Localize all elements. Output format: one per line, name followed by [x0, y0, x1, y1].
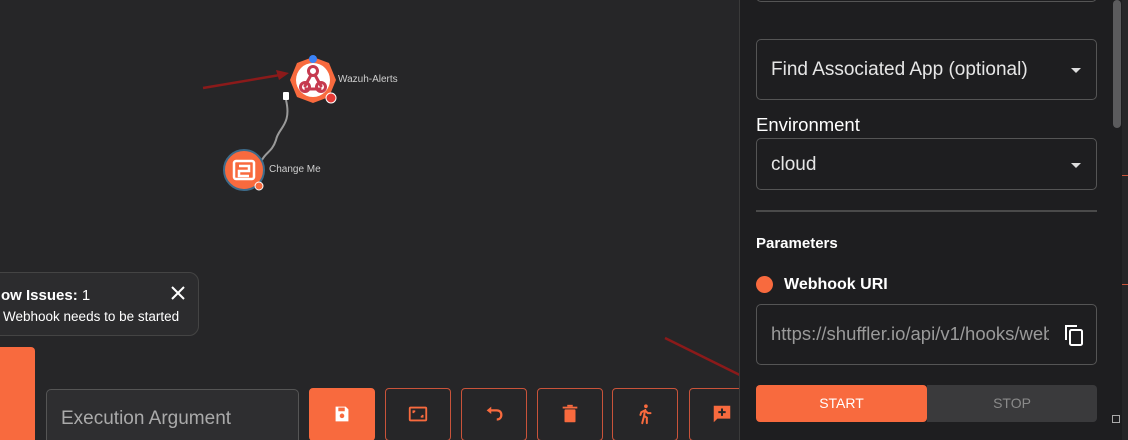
- start-webhook-button[interactable]: START: [756, 385, 927, 422]
- delete-button[interactable]: [537, 388, 603, 440]
- issues-title: ow Issues: 1: [1, 287, 91, 304]
- copy-icon[interactable]: [1063, 323, 1085, 347]
- resize-handle[interactable]: [1112, 415, 1120, 423]
- divider: [756, 210, 1097, 212]
- save-button[interactable]: [309, 388, 375, 440]
- stop-webhook-button[interactable]: STOP: [927, 385, 1097, 422]
- node-top-handle[interactable]: [309, 55, 317, 63]
- fullscreen-icon: [408, 406, 428, 422]
- issues-count: 1: [81, 287, 91, 304]
- parameters-heading: Parameters: [756, 235, 838, 252]
- associated-app-value: Find Associated App (optional): [771, 59, 1028, 80]
- workflow-issues-toast: ow Issues: 1 Webhook needs to be started: [0, 272, 199, 336]
- side-action-button[interactable]: [0, 347, 35, 440]
- run-button[interactable]: [612, 388, 678, 440]
- undo-icon: [486, 406, 503, 421]
- environment-value: cloud: [771, 154, 817, 175]
- name-field[interactable]: [756, 0, 1097, 2]
- associated-app-select[interactable]: Find Associated App (optional): [756, 39, 1097, 100]
- workflow-edge[interactable]: [261, 99, 289, 161]
- webhook-uri-value[interactable]: https://shuffler.io/api/v1/hooks/webhook…: [771, 323, 1049, 345]
- environment-select[interactable]: cloud: [756, 138, 1097, 190]
- node-label-change-me: Change Me: [269, 164, 321, 175]
- edge-handle[interactable]: [283, 92, 289, 100]
- save-icon: [335, 406, 349, 422]
- run-icon: [639, 404, 652, 425]
- close-icon[interactable]: [169, 284, 187, 302]
- webhook-uri-field[interactable]: https://shuffler.io/api/v1/hooks/webhook…: [756, 304, 1097, 365]
- node-error-badge: [325, 92, 337, 104]
- webhook-uri-label: Webhook URI: [784, 276, 888, 293]
- delete-icon: [562, 404, 578, 423]
- chevron-down-icon: [1071, 163, 1081, 168]
- change-me-node[interactable]: [223, 149, 265, 191]
- annotation-arrow-node: [202, 70, 289, 90]
- issues-message: Webhook needs to be started: [3, 309, 180, 324]
- node-label-wazuh-alerts: Wazuh-Alerts: [338, 74, 398, 85]
- status-dot: [756, 276, 773, 293]
- fit-view-button[interactable]: [385, 388, 451, 440]
- right-edge: [1122, 0, 1128, 440]
- panel-scrollbar[interactable]: [1113, 0, 1121, 128]
- undo-button[interactable]: [461, 388, 527, 440]
- chevron-down-icon: [1071, 68, 1081, 73]
- node-status-badge: [254, 181, 264, 191]
- node-settings-panel: Find Associated App (optional) Environme…: [739, 0, 1122, 440]
- execution-argument-input[interactable]: Execution Argument: [46, 389, 299, 440]
- environment-label: Environment: [756, 114, 860, 135]
- add-comment-icon: [713, 405, 731, 423]
- wazuh-alerts-node[interactable]: [290, 55, 337, 104]
